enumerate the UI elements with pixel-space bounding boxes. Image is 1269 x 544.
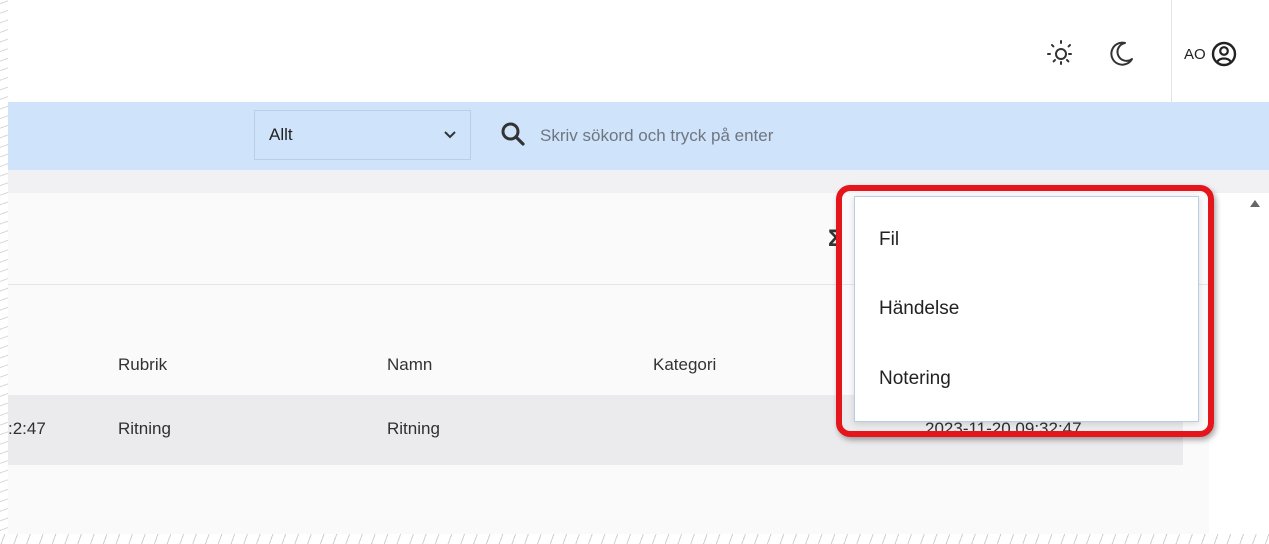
dark-mode-button[interactable] bbox=[1103, 36, 1139, 72]
user-menu[interactable]: AO bbox=[1184, 36, 1238, 72]
sun-icon bbox=[1047, 40, 1075, 68]
user-circle-icon bbox=[1211, 41, 1236, 67]
cell-rubrik: Ritning bbox=[118, 419, 171, 438]
column-header-rubrik[interactable]: Rubrik bbox=[118, 355, 167, 375]
search-icon bbox=[501, 122, 525, 146]
menu-item-notering[interactable]: Notering bbox=[879, 368, 951, 390]
search-scope-value: Allt bbox=[269, 125, 293, 144]
torn-edge-bottom bbox=[0, 534, 1269, 544]
menu-item-handelse[interactable]: Händelse bbox=[879, 298, 959, 320]
top-header: AO bbox=[0, 0, 1269, 103]
search-bar: Allt bbox=[0, 102, 1269, 170]
column-header-kategori[interactable]: Kategori bbox=[653, 355, 716, 375]
search-scope-select[interactable]: Allt bbox=[254, 110, 471, 160]
header-divider bbox=[1171, 0, 1172, 102]
cell-time-fragment: :2:47 bbox=[8, 419, 46, 438]
scroll-up-arrow-icon[interactable] bbox=[1250, 200, 1260, 207]
column-header-namn[interactable]: Namn bbox=[387, 355, 432, 375]
light-mode-button[interactable] bbox=[1043, 36, 1079, 72]
torn-edge-left bbox=[0, 0, 8, 544]
chevron-down-icon bbox=[444, 131, 456, 139]
search-input[interactable] bbox=[538, 118, 1162, 154]
add-item-dropdown-menu: Fil Händelse Notering bbox=[854, 196, 1199, 422]
user-initials: AO bbox=[1184, 45, 1206, 63]
scrollbar[interactable] bbox=[1209, 193, 1269, 544]
cell-namn: Ritning bbox=[387, 419, 440, 438]
moon-icon bbox=[1110, 41, 1133, 66]
menu-item-fil[interactable]: Fil bbox=[879, 229, 899, 251]
